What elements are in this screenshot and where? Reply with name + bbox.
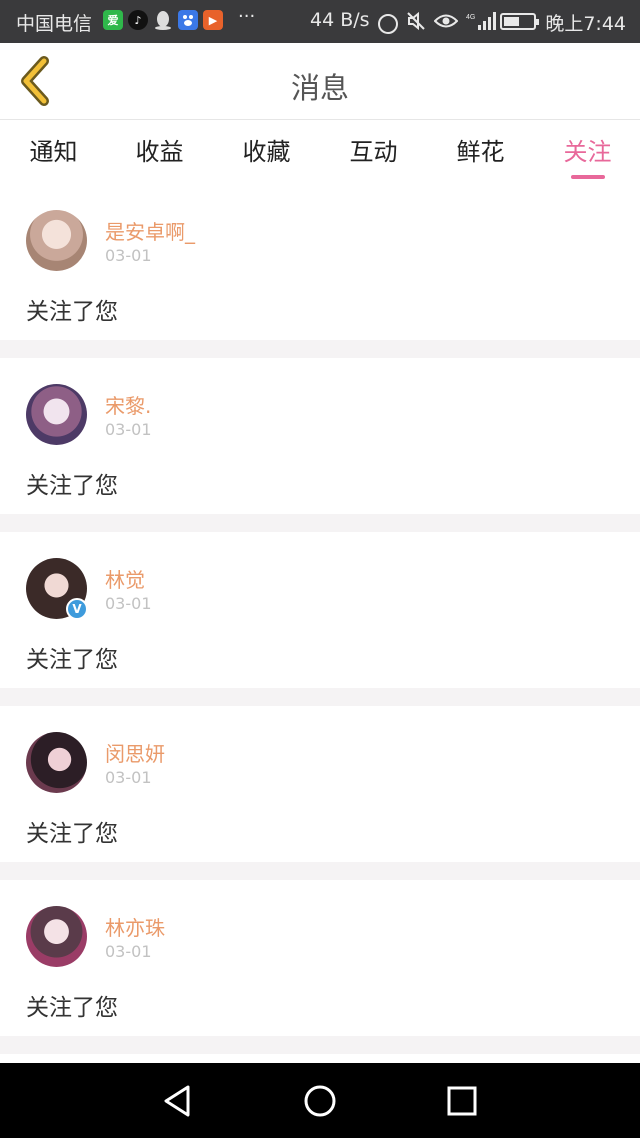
notification-message: 关注了您 bbox=[26, 995, 118, 1021]
tab-notifications[interactable]: 通知 bbox=[0, 132, 107, 167]
list-item[interactable]: 林亦珠 03-01 关注了您 bbox=[0, 880, 640, 1036]
notification-message: 关注了您 bbox=[26, 473, 118, 499]
tiktok-icon: ♪ bbox=[128, 10, 148, 30]
baidu-icon bbox=[178, 10, 198, 30]
notification-list: 是安卓啊_ 03-01 关注了您 宋黎. 03-01 关注了您 V 林觉 03-… bbox=[0, 184, 640, 1094]
notification-message: 关注了您 bbox=[26, 299, 118, 325]
tab-underline bbox=[570, 175, 605, 179]
tab-following[interactable]: 关注 bbox=[534, 132, 640, 179]
iqiyi-icon: 爱 bbox=[103, 10, 123, 30]
username[interactable]: 闵思妍 bbox=[105, 738, 165, 767]
back-triangle-icon bbox=[164, 1085, 190, 1117]
username[interactable]: 是安卓啊_ bbox=[105, 216, 195, 245]
tab-label: 通知 bbox=[29, 138, 78, 166]
username[interactable]: 林觉 bbox=[105, 564, 145, 593]
list-item[interactable]: V 林觉 03-01 关注了您 bbox=[0, 532, 640, 688]
username[interactable]: 林亦珠 bbox=[105, 912, 165, 941]
more-indicator: ··· bbox=[238, 6, 256, 27]
avatar[interactable] bbox=[26, 906, 87, 967]
username[interactable]: 宋黎. bbox=[105, 390, 151, 419]
tab-favorites[interactable]: 收藏 bbox=[213, 132, 320, 167]
avatar[interactable] bbox=[26, 384, 87, 445]
recents-square-icon bbox=[447, 1086, 477, 1116]
notification-date: 03-01 bbox=[105, 246, 152, 265]
notification-message: 关注了您 bbox=[26, 647, 118, 673]
list-item[interactable]: 是安卓啊_ 03-01 关注了您 bbox=[0, 184, 640, 340]
alarm-icon bbox=[378, 13, 398, 34]
tab-earnings[interactable]: 收益 bbox=[106, 132, 213, 167]
tab-label: 收益 bbox=[135, 138, 184, 166]
nav-home-button[interactable] bbox=[302, 1083, 338, 1119]
list-item[interactable]: 闵思妍 03-01 关注了您 bbox=[0, 706, 640, 862]
home-circle-icon bbox=[304, 1085, 336, 1117]
notification-date: 03-01 bbox=[105, 594, 152, 613]
list-item[interactable]: 宋黎. 03-01 关注了您 bbox=[0, 358, 640, 514]
qq-icon bbox=[153, 10, 173, 30]
top-bar: 消息 bbox=[0, 43, 640, 120]
clock: 晚上7:44 bbox=[545, 13, 626, 35]
mute-icon bbox=[406, 11, 426, 36]
notification-date: 03-01 bbox=[105, 942, 152, 961]
verified-badge-icon: V bbox=[66, 598, 88, 620]
system-nav-bar bbox=[0, 1063, 640, 1138]
page-title: 消息 bbox=[290, 71, 349, 105]
tab-label: 鲜花 bbox=[456, 138, 505, 166]
nav-recents-button[interactable] bbox=[444, 1083, 480, 1119]
eye-icon bbox=[433, 12, 459, 35]
notification-date: 03-01 bbox=[105, 768, 152, 787]
signal-icon: 4G bbox=[466, 11, 498, 36]
tab-flowers[interactable]: 鲜花 bbox=[427, 132, 534, 167]
video-icon: ▶ bbox=[203, 10, 223, 30]
message-tabs: 通知 收益 收藏 互动 鲜花 关注 bbox=[0, 120, 640, 184]
svg-text:4G: 4G bbox=[466, 14, 475, 21]
notification-date: 03-01 bbox=[105, 420, 152, 439]
system-icons: 4G bbox=[378, 11, 498, 36]
tab-label: 收藏 bbox=[242, 138, 291, 166]
nav-back-button[interactable] bbox=[160, 1083, 196, 1119]
carrier-label: 中国电信 bbox=[16, 13, 93, 35]
battery-level bbox=[504, 17, 519, 26]
notification-icons: 爱 ♪ ▶ bbox=[103, 10, 223, 30]
tab-interactions[interactable]: 互动 bbox=[320, 132, 427, 167]
avatar[interactable] bbox=[26, 732, 87, 793]
tab-label: 关注 bbox=[563, 138, 612, 166]
network-speed: 44 B/s bbox=[310, 9, 370, 31]
battery-icon bbox=[500, 13, 539, 30]
notification-message: 关注了您 bbox=[26, 821, 118, 847]
tab-label: 互动 bbox=[349, 138, 398, 166]
status-bar: 中国电信 爱 ♪ ▶ ··· 44 B/s 4G 晚上7:44 bbox=[0, 0, 640, 43]
avatar[interactable] bbox=[26, 210, 87, 271]
